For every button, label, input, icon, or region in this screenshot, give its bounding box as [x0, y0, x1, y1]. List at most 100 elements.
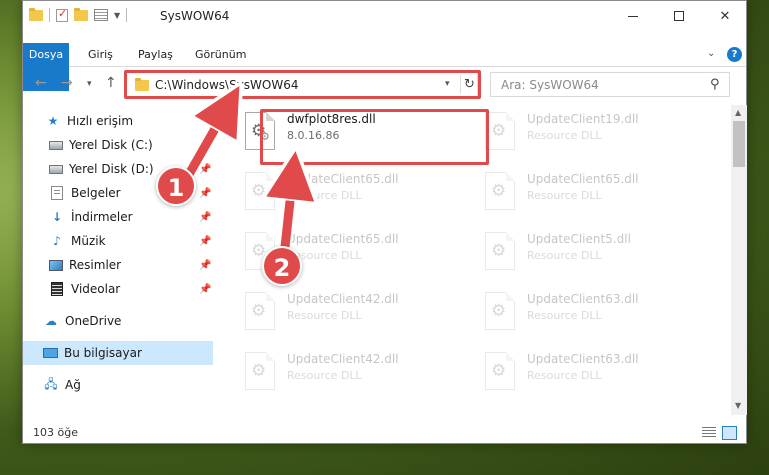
dll-file-icon: ⚙ — [245, 352, 275, 390]
customize-icon[interactable] — [94, 9, 108, 21]
pictures-icon — [49, 259, 63, 271]
cloud-icon: ☁ — [45, 314, 57, 328]
drive-icon — [49, 164, 63, 174]
dll-file-icon: ⚙ — [485, 112, 515, 150]
ribbon-tabs: Dosya Giriş Paylaş Görünüm ⌄ ? — [23, 43, 746, 91]
large-icons-view-icon[interactable] — [722, 426, 737, 440]
pin-icon: 📌 — [199, 163, 212, 175]
drive-icon — [49, 140, 63, 150]
file-name: UpdateClient5.dll — [527, 232, 631, 246]
scroll-down-icon[interactable]: ▼ — [735, 401, 741, 410]
file-name: UpdateClient65.dll — [527, 172, 639, 186]
file-description: Resource DLL — [287, 189, 362, 202]
pin-icon: 📌 — [199, 187, 212, 199]
sidebar-item-quick-access[interactable]: ★ Hızlı erişim — [23, 109, 213, 133]
sidebar-item-local-disk-c[interactable]: Yerel Disk (C:) 📌 — [23, 133, 213, 157]
back-arrow-icon[interactable]: ← — [35, 75, 47, 91]
sidebar-item-label: OneDrive — [65, 314, 122, 328]
tab-share[interactable]: Paylaş — [129, 43, 182, 67]
file-description: Resource DLL — [527, 129, 602, 142]
file-item[interactable]: ⚙ UpdateClient63.dll Resource DLL — [477, 349, 697, 397]
gear-icon: ⚙ — [491, 121, 507, 141]
new-folder-icon[interactable] — [74, 7, 88, 21]
folder-icon — [29, 7, 43, 21]
minimize-icon — [628, 15, 638, 17]
sidebar-item-network[interactable]: 🖧 Ağ — [23, 373, 213, 397]
vertical-scrollbar[interactable]: ▲ ▼ — [731, 105, 747, 415]
details-view-icon[interactable] — [702, 427, 716, 439]
help-icon[interactable]: ? — [727, 47, 742, 62]
dll-file-icon: ⚙ — [485, 352, 515, 390]
sidebar-item-downloads[interactable]: ↓ İndirmeler 📌 — [23, 205, 213, 229]
file-item[interactable]: ⚙ UpdateClient42.dll Resource DLL — [237, 349, 457, 397]
explorer-window: ▼ SysWOW64 ✕ Dosya Giriş Paylaş Görünüm … — [22, 0, 747, 444]
file-item[interactable]: ⚙ UpdateClient19.dll Resource DLL — [477, 109, 697, 157]
search-icon[interactable]: ⚲ — [710, 77, 720, 92]
sidebar-item-music[interactable]: ♪ Müzik 📌 — [23, 229, 213, 253]
pin-icon: 📌 — [199, 283, 212, 295]
file-description: Resource DLL — [527, 189, 602, 202]
sidebar-item-pictures[interactable]: Resimler 📌 — [23, 253, 213, 277]
pin-icon: 📌 — [199, 235, 212, 247]
dll-file-icon: ⚙ — [245, 292, 275, 330]
sidebar-item-this-pc[interactable]: Bu bilgisayar — [23, 341, 213, 365]
file-description: Resource DLL — [527, 309, 602, 322]
gear-icon: ⚙ — [491, 301, 507, 321]
document-icon — [51, 186, 63, 200]
file-description: Resource DLL — [287, 309, 362, 322]
sidebar-item-label: Müzik — [71, 234, 106, 248]
file-item[interactable]: ⚙ UpdateClient65.dll Resource DLL — [477, 169, 697, 217]
dll-file-icon: ⚙ — [245, 172, 275, 210]
file-name: UpdateClient42.dll — [287, 352, 399, 366]
file-item[interactable]: ⚙ UpdateClient63.dll Resource DLL — [477, 289, 697, 337]
properties-check-icon[interactable] — [56, 7, 68, 22]
toolbar-divider — [126, 8, 128, 22]
download-icon: ↓ — [51, 210, 63, 224]
music-icon: ♪ — [53, 234, 61, 248]
file-name: UpdateClient65.dll — [287, 172, 399, 186]
tab-home[interactable]: Giriş — [79, 43, 122, 67]
forward-arrow-icon[interactable]: → — [61, 75, 73, 91]
search-input[interactable]: Ara: SysWOW64 — [501, 78, 599, 92]
maximize-icon — [674, 11, 684, 21]
up-arrow-icon[interactable]: ↑ — [105, 75, 117, 91]
file-description: Resource DLL — [527, 369, 602, 382]
tab-view[interactable]: Görünüm — [186, 43, 255, 67]
search-box[interactable]: Ara: SysWOW64 ⚲ — [490, 72, 730, 97]
maximize-button[interactable] — [656, 1, 702, 31]
file-name: UpdateClient19.dll — [527, 112, 639, 126]
sidebar-item-videos[interactable]: Videolar 📌 — [23, 277, 213, 301]
file-name: UpdateClient65.dll — [287, 232, 399, 246]
close-button[interactable]: ✕ — [702, 1, 748, 31]
gear-icon: ⚙ — [251, 361, 267, 381]
scroll-thumb[interactable] — [733, 121, 745, 167]
address-highlight — [124, 70, 481, 99]
scroll-up-icon[interactable]: ▲ — [735, 108, 741, 117]
sidebar-item-onedrive[interactable]: ☁ OneDrive — [23, 309, 213, 333]
sidebar-item-label: Bu bilgisayar — [64, 346, 142, 360]
file-item[interactable]: ⚙ UpdateClient65.dll Resource DLL — [237, 169, 457, 217]
chevron-down-icon[interactable]: ▼ — [114, 11, 120, 20]
gear-icon: ⚙ — [491, 361, 507, 381]
item-count: 103 öğe — [33, 426, 78, 439]
gear-icon: ⚙ — [251, 301, 267, 321]
file-description: Resource DLL — [287, 369, 362, 382]
sidebar-item-label: Yerel Disk (D:) — [69, 162, 154, 176]
sidebar-item-label: Resimler — [69, 258, 122, 272]
file-item[interactable]: ⚙ UpdateClient42.dll Resource DLL — [237, 289, 457, 337]
sidebar-item-label: Yerel Disk (C:) — [69, 138, 153, 152]
file-item[interactable]: ⚙ UpdateClient5.dll Resource DLL — [477, 229, 697, 277]
dll-file-icon: ⚙ — [485, 232, 515, 270]
step-badge-1: 1 — [156, 166, 196, 206]
recent-locations-icon[interactable]: ▾ — [87, 79, 92, 89]
pin-icon: 📌 — [199, 139, 212, 151]
sidebar-item-label: Belgeler — [71, 186, 121, 200]
file-name: UpdateClient42.dll — [287, 292, 399, 306]
video-icon — [51, 282, 63, 296]
title-bar: ▼ SysWOW64 ✕ — [23, 1, 746, 31]
pin-icon: 📌 — [199, 259, 212, 271]
minimize-button[interactable] — [610, 1, 656, 31]
window-title: SysWOW64 — [160, 9, 230, 23]
chevron-down-icon[interactable]: ⌄ — [707, 48, 715, 59]
sidebar-item-label: Ağ — [65, 378, 81, 392]
